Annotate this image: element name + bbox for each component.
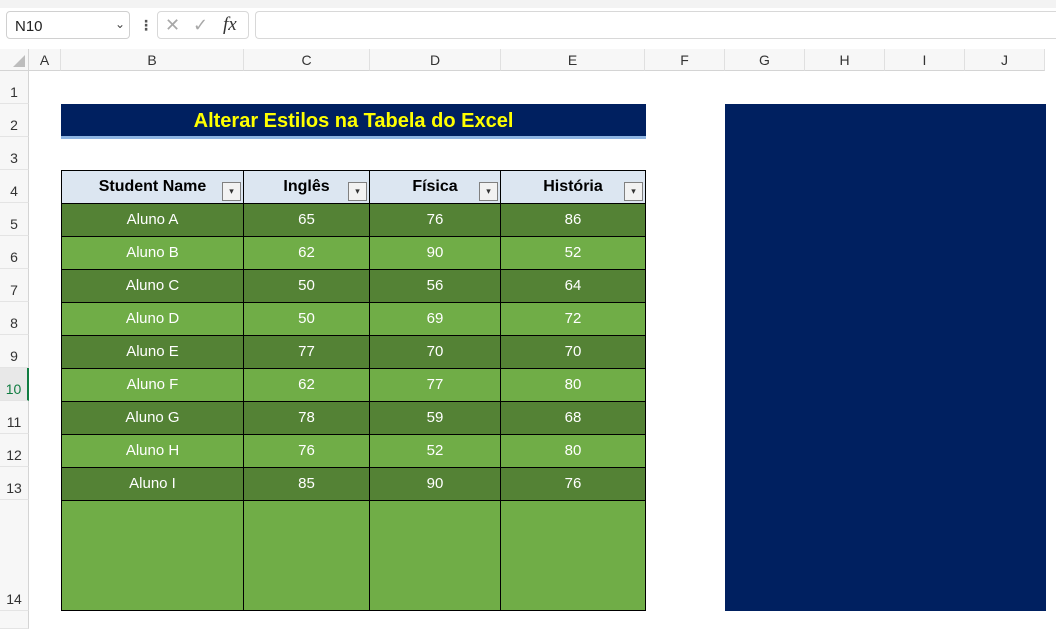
table-cell-student-name[interactable]: Aluno H xyxy=(61,435,244,468)
sheet-title[interactable]: Alterar Estilos na Tabela do Excel xyxy=(61,104,646,139)
name-box[interactable]: N10 ⌄ xyxy=(6,11,130,39)
header-cell-student-name[interactable]: Student Name ▾ xyxy=(61,170,244,204)
formula-bar: N10 ⌄ ⋮ ✕ ✓ fx xyxy=(0,8,1056,46)
column-header-j[interactable]: J xyxy=(965,49,1045,71)
table-cell-historia[interactable]: 86 xyxy=(501,204,646,237)
row-header-13[interactable]: 13 xyxy=(0,467,29,500)
table-cell-ingles[interactable]: 65 xyxy=(244,204,370,237)
header-label: Física xyxy=(412,178,458,195)
row-header-1[interactable]: 1 xyxy=(0,71,29,104)
table-cell-ingles[interactable]: 78 xyxy=(244,402,370,435)
table-cell-fisica[interactable]: 69 xyxy=(370,303,501,336)
table-cell-student-name[interactable]: Aluno C xyxy=(61,270,244,303)
column-header-a[interactable]: A xyxy=(29,49,61,71)
table-cell-historia[interactable]: 80 xyxy=(501,435,646,468)
table-cell-historia[interactable]: 76 xyxy=(501,468,646,501)
table-cell-fisica[interactable]: 52 xyxy=(370,435,501,468)
table-cell-fisica[interactable]: 56 xyxy=(370,270,501,303)
table-cell-fisica[interactable]: 59 xyxy=(370,402,501,435)
header-label: História xyxy=(543,178,603,195)
table-cell-fisica[interactable]: 90 xyxy=(370,237,501,270)
column-header-d[interactable]: D xyxy=(370,49,501,71)
table-cell-student-name[interactable]: Aluno I xyxy=(61,468,244,501)
table-cell-empty[interactable] xyxy=(61,501,244,611)
row-header-14[interactable]: 14 xyxy=(0,500,29,611)
name-box-value: N10 xyxy=(15,18,43,35)
table-cell-ingles[interactable]: 85 xyxy=(244,468,370,501)
table-cell-historia[interactable]: 72 xyxy=(501,303,646,336)
table-cell-empty[interactable] xyxy=(370,501,501,611)
filter-dropdown-icon[interactable]: ▾ xyxy=(479,182,498,201)
row-header-3[interactable]: 3 xyxy=(0,137,29,170)
table-cell-historia[interactable]: 68 xyxy=(501,402,646,435)
student-table: Student Name ▾ Inglês ▾ Física ▾ História ▾ Alun… xyxy=(61,170,646,611)
header-label: Student Name xyxy=(98,178,207,195)
column-header-f[interactable]: F xyxy=(645,49,725,71)
table-cell-ingles[interactable]: 50 xyxy=(244,303,370,336)
row-header-partial[interactable] xyxy=(0,611,29,629)
header-label: Inglês xyxy=(283,178,330,195)
table-cell-fisica[interactable]: 70 xyxy=(370,336,501,369)
table-cell-student-name[interactable]: Aluno B xyxy=(61,237,244,270)
filter-dropdown-icon[interactable]: ▾ xyxy=(222,182,241,201)
row-header-12[interactable]: 12 xyxy=(0,434,29,467)
table-cell-student-name[interactable]: Aluno F xyxy=(61,369,244,402)
row-header-11[interactable]: 11 xyxy=(0,401,29,434)
table-cell-historia[interactable]: 64 xyxy=(501,270,646,303)
header-cell-historia[interactable]: História ▾ xyxy=(501,170,646,204)
filter-dropdown-icon[interactable]: ▾ xyxy=(348,182,367,201)
table-cell-empty[interactable] xyxy=(501,501,646,611)
chevron-down-icon[interactable]: ⌄ xyxy=(115,17,125,31)
window-top-strip xyxy=(0,0,1056,8)
column-header-e[interactable]: E xyxy=(501,49,645,71)
row-header-8[interactable]: 8 xyxy=(0,302,29,335)
table-cell-empty[interactable] xyxy=(244,501,370,611)
row-header-9[interactable]: 9 xyxy=(0,335,29,368)
table-cell-ingles[interactable]: 77 xyxy=(244,336,370,369)
column-header-h[interactable]: H xyxy=(805,49,885,71)
row-header-7[interactable]: 7 xyxy=(0,269,29,302)
navy-panel[interactable] xyxy=(725,104,1046,611)
filter-dropdown-icon[interactable]: ▾ xyxy=(624,182,643,201)
insert-function-icon[interactable]: fx xyxy=(223,14,237,36)
column-header-c[interactable]: C xyxy=(244,49,370,71)
table-cell-ingles[interactable]: 62 xyxy=(244,369,370,402)
table-cell-student-name[interactable]: Aluno A xyxy=(61,204,244,237)
row-header-6[interactable]: 6 xyxy=(0,236,29,269)
column-header-g[interactable]: G xyxy=(725,49,805,71)
formula-controls: ✕ ✓ fx xyxy=(157,11,249,39)
row-header-10[interactable]: 10 xyxy=(0,368,29,401)
formula-input[interactable] xyxy=(255,11,1056,39)
table-cell-fisica[interactable]: 76 xyxy=(370,204,501,237)
column-header-i[interactable]: I xyxy=(885,49,965,71)
cancel-icon[interactable]: ✕ xyxy=(165,15,180,36)
header-cell-fisica[interactable]: Física ▾ xyxy=(370,170,501,204)
table-cell-historia[interactable]: 52 xyxy=(501,237,646,270)
column-header-b[interactable]: B xyxy=(61,49,244,71)
row-header-4[interactable]: 4 xyxy=(0,170,29,203)
table-cell-ingles[interactable]: 50 xyxy=(244,270,370,303)
table-cell-historia[interactable]: 80 xyxy=(501,369,646,402)
table-cell-ingles[interactable]: 76 xyxy=(244,435,370,468)
table-cell-historia[interactable]: 70 xyxy=(501,336,646,369)
enter-icon[interactable]: ✓ xyxy=(193,15,208,36)
table-cell-ingles[interactable]: 62 xyxy=(244,237,370,270)
row-header-2[interactable]: 2 xyxy=(0,104,29,137)
more-options-icon[interactable]: ⋮ xyxy=(139,17,153,34)
table-cell-fisica[interactable]: 90 xyxy=(370,468,501,501)
select-all-button[interactable] xyxy=(0,49,29,71)
table-cell-student-name[interactable]: Aluno D xyxy=(61,303,244,336)
table-cell-student-name[interactable]: Aluno G xyxy=(61,402,244,435)
header-cell-ingles[interactable]: Inglês ▾ xyxy=(244,170,370,204)
row-header-5[interactable]: 5 xyxy=(0,203,29,236)
table-cell-fisica[interactable]: 77 xyxy=(370,369,501,402)
table-cell-student-name[interactable]: Aluno E xyxy=(61,336,244,369)
